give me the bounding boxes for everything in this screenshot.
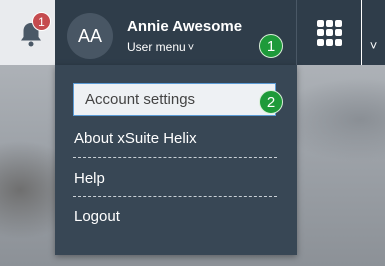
menu-item-account-settings[interactable]: Account settings bbox=[73, 83, 276, 116]
step-marker-1: 1 bbox=[259, 34, 283, 58]
app-launcher-button[interactable] bbox=[296, 0, 361, 65]
menu-item-about[interactable]: About xSuite Helix bbox=[74, 130, 197, 147]
chevron-down-icon: ˅ bbox=[187, 42, 195, 54]
app-launcher-dropdown[interactable]: ˅ bbox=[361, 0, 385, 65]
menu-divider bbox=[73, 196, 277, 197]
user-avatar[interactable]: AA bbox=[67, 13, 113, 59]
step-marker-2: 2 bbox=[259, 90, 283, 114]
menu-divider bbox=[73, 157, 277, 158]
menu-item-logout[interactable]: Logout bbox=[74, 208, 120, 225]
shell-header: 1 AA Annie Awesome User menu ˅ ˅ bbox=[0, 0, 385, 65]
user-menu-toggle[interactable]: User menu ˅ bbox=[127, 40, 194, 54]
user-name[interactable]: Annie Awesome bbox=[127, 18, 242, 35]
chevron-down-icon: ˅ bbox=[369, 38, 378, 53]
menu-item-help[interactable]: Help bbox=[74, 170, 105, 187]
app-grid-icon bbox=[317, 20, 343, 46]
notification-count-badge: 1 bbox=[32, 12, 51, 31]
user-menu-label: User menu bbox=[127, 40, 186, 54]
notifications-button[interactable]: 1 bbox=[0, 0, 55, 65]
